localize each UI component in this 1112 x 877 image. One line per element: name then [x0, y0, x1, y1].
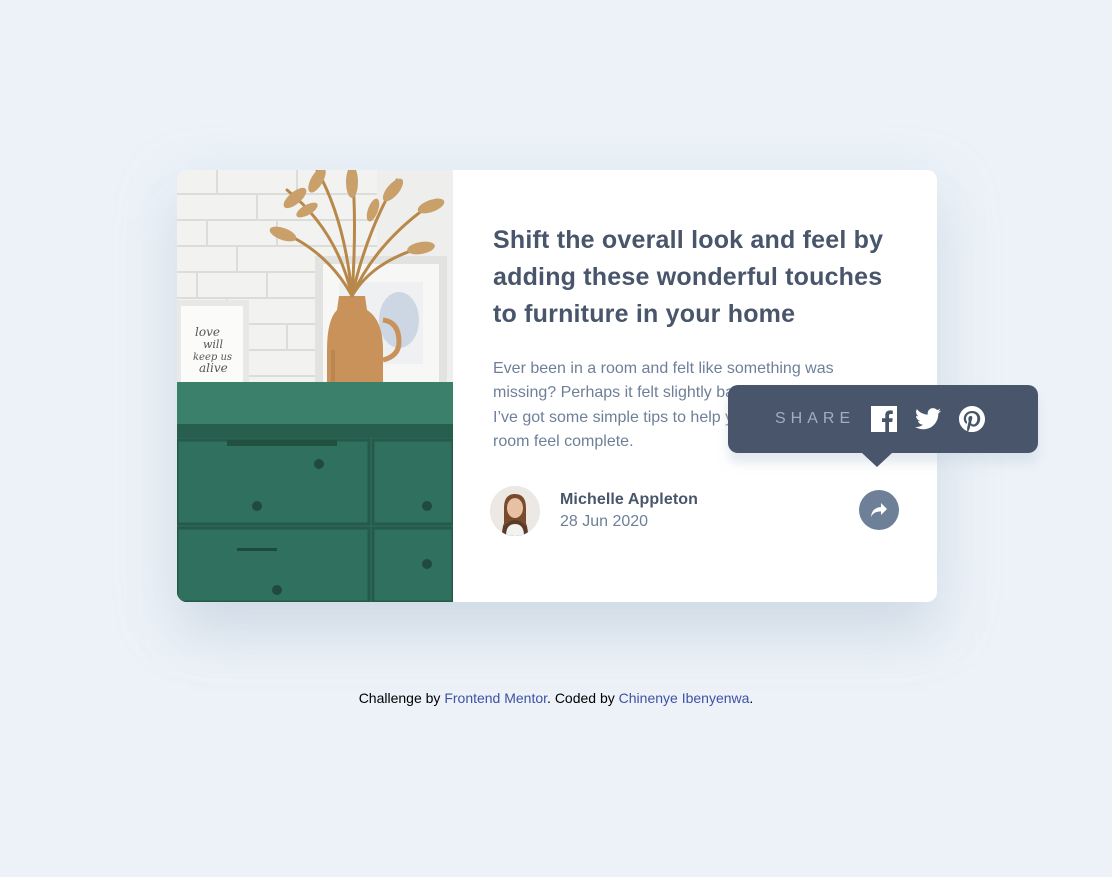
author-block: Michelle Appleton 28 Jun 2020	[490, 486, 698, 536]
article-headline: Shift the overall look and feel by addin…	[493, 226, 884, 328]
attribution-prefix: Challenge by	[358, 690, 445, 706]
svg-text:alive: alive	[199, 361, 228, 375]
drawers-photo: love will keep us alive	[177, 170, 453, 602]
svg-text:will: will	[203, 338, 223, 351]
svg-text:love: love	[195, 325, 220, 339]
post-date: 28 Jun 2020	[560, 513, 649, 530]
pinterest-icon[interactable]	[959, 406, 986, 432]
twitter-icon[interactable]	[915, 406, 942, 432]
frontend-mentor-link[interactable]: Frontend Mentor	[444, 690, 547, 706]
share-label: SHARE	[775, 410, 856, 427]
attribution-suffix: .	[749, 690, 754, 706]
attribution-middle: . Coded by	[547, 690, 619, 706]
author-link[interactable]: Chinenye Ibenyenwa	[619, 690, 750, 706]
author-name: Michelle Appleton	[560, 491, 699, 508]
share-icon	[871, 503, 887, 517]
avatar	[490, 486, 540, 536]
author-info: Michelle Appleton 28 Jun 2020	[560, 489, 698, 533]
share-button[interactable]	[859, 490, 899, 530]
facebook-icon[interactable]	[871, 406, 898, 432]
attribution: Challenge by Frontend Mentor. Coded by C…	[0, 690, 1112, 706]
share-popover: SHARE	[728, 385, 1038, 467]
